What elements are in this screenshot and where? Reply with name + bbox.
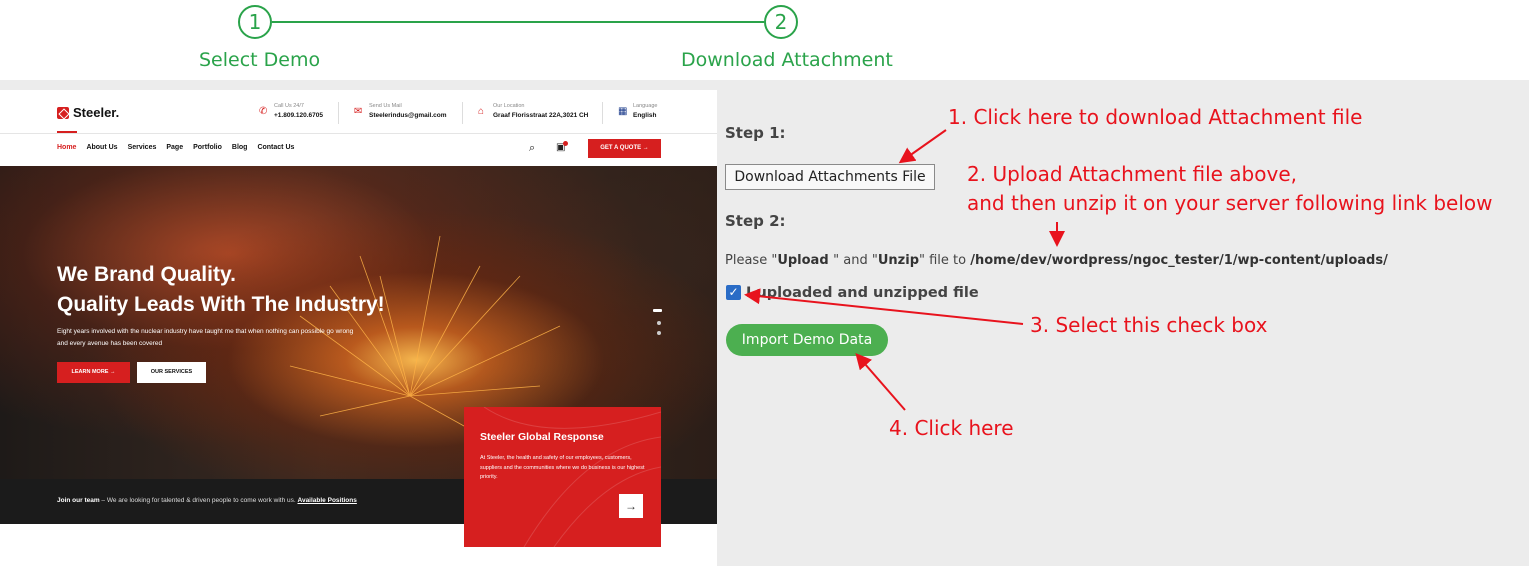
contact-value: Steelerindus@gmail.com [369, 112, 447, 119]
annotation-2-line-2: and then unzip it on your server followi… [967, 191, 1493, 215]
slide-dot[interactable] [657, 321, 661, 325]
card-title: Steeler Global Response [480, 431, 604, 443]
divider [602, 102, 603, 124]
available-positions-link[interactable]: Available Positions [298, 497, 357, 504]
contact-label: Send Us Mail [369, 103, 402, 109]
divider [462, 102, 463, 124]
wizard-stepper: 1 2 Select Demo Download Attachment [0, 0, 1529, 80]
join-team-text: Join our team – We are looking for talen… [57, 497, 357, 504]
step-1-heading: Step 1: [725, 124, 786, 142]
upload-text-part: " and " [833, 253, 878, 268]
contact-label: Our Location [493, 103, 525, 109]
hero-description: Eight years involved with the nuclear in… [57, 326, 387, 350]
nav-page[interactable]: Page [166, 144, 183, 151]
contact-value: +1.809.120.6705 [274, 112, 323, 119]
location-icon: ⌂ [478, 106, 485, 117]
hero-title-line: Quality Leads With The Industry! [57, 293, 385, 316]
arrow-right-icon[interactable]: → [619, 494, 643, 518]
contact-label: Call Us 24/7 [274, 103, 304, 109]
download-attachments-button[interactable]: Download Attachments File [725, 164, 935, 190]
annotation-4: 4. Click here [889, 416, 1014, 440]
logo-text: Steeler. [73, 105, 120, 120]
upload-text-part: Please " [725, 253, 778, 268]
step-2-heading: Step 2: [725, 212, 786, 230]
mail-icon: ✉ [354, 106, 363, 117]
upload-word: Upload [777, 253, 834, 268]
divider [338, 102, 339, 124]
nav-services[interactable]: Services [128, 144, 157, 151]
annotation-3: 3. Select this check box [1030, 313, 1268, 337]
upload-text-part: " file to [919, 253, 971, 268]
annotation-1: 1. Click here to download Attachment fil… [948, 105, 1363, 129]
import-demo-data-button[interactable]: Import Demo Data [726, 324, 888, 356]
cart-badge [563, 141, 568, 146]
nav-divider [0, 133, 717, 134]
contact-value: Graaf Florisstraat 22A,3021 CH [493, 112, 589, 119]
demo-preview: Steeler. ✆ Call Us 24/7 +1.809.120.6705 … [0, 90, 717, 566]
card-text: At Steeler, the health and safety of our… [480, 455, 645, 480]
site-nav: Home About Us Services Page Portfolio Bl… [57, 144, 294, 151]
step-1-label[interactable]: Select Demo [199, 49, 320, 71]
slide-dot-active[interactable] [653, 309, 662, 312]
uploaded-checkbox-label[interactable]: I uploaded and unzipped file [746, 285, 979, 301]
step-1-circle[interactable]: 1 [238, 5, 272, 39]
nav-contact[interactable]: Contact Us [257, 144, 294, 151]
contact-value: English [633, 112, 657, 119]
nav-about[interactable]: About Us [86, 144, 117, 151]
unzip-word: Unzip [877, 253, 919, 268]
flag-icon: ▦ [618, 106, 628, 117]
hero-desc-line: and every avenue has been covered [57, 340, 163, 347]
nav-home[interactable]: Home [57, 144, 76, 151]
screen: 1 2 Select Demo Download Attachment Stee… [0, 0, 1529, 566]
hero-desc-line: Eight years involved with the nuclear in… [57, 328, 354, 335]
logo-mark-icon [57, 106, 69, 119]
annotation-2-line-1: 2. Upload Attachment file above, [967, 162, 1297, 186]
slide-dot[interactable] [657, 331, 661, 335]
global-response-card: Steeler Global Response At Steeler, the … [464, 407, 661, 547]
join-team-lead: Join our team [57, 497, 100, 504]
search-icon[interactable]: ⌕ [529, 142, 541, 154]
phone-icon: ✆ [259, 106, 268, 117]
nav-portfolio[interactable]: Portfolio [193, 144, 222, 151]
step-connector [272, 21, 764, 23]
our-services-button[interactable]: OUR SERVICES [137, 362, 206, 383]
hero-title-line: We Brand Quality. [57, 263, 236, 286]
nav-blog[interactable]: Blog [232, 144, 248, 151]
learn-more-button[interactable]: LEARN MORE → [57, 362, 130, 383]
site-logo: Steeler. [57, 105, 119, 120]
contact-label: Language [633, 103, 658, 109]
get-quote-button[interactable]: GET A QUOTE → [588, 139, 661, 158]
hero-title: We Brand Quality. Quality Leads With The… [57, 260, 385, 320]
upload-instructions: Please "Upload " and "Unzip" file to /ho… [725, 253, 1388, 268]
step-2-circle[interactable]: 2 [764, 5, 798, 39]
upload-path: /home/dev/wordpress/ngoc_tester/1/wp-con… [970, 253, 1388, 268]
join-team-body: – We are looking for talented & driven p… [99, 497, 298, 504]
step-2-label[interactable]: Download Attachment [681, 49, 893, 71]
uploaded-checkbox[interactable]: ✓ [726, 285, 741, 300]
